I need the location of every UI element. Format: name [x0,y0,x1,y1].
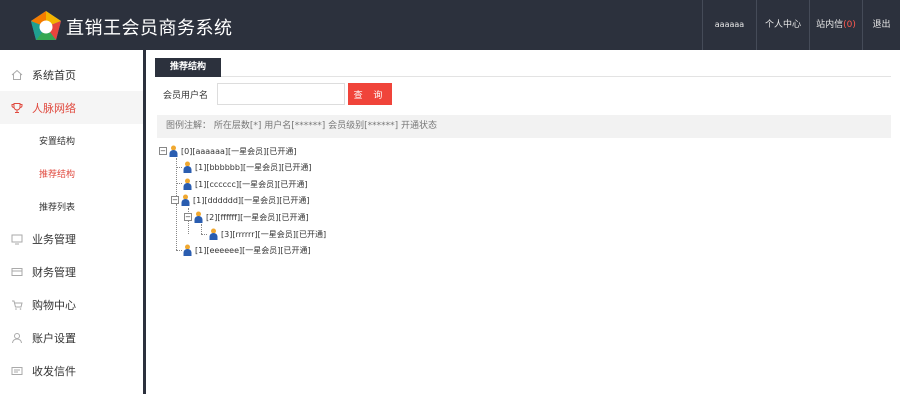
sidebar-subitem-referral-list[interactable]: 推荐列表 [0,190,143,223]
tree-node-label: [1][eeeeee][一星会员][已开通] [195,245,311,255]
member-icon [183,244,192,256]
tree-node[interactable]: [1][eeeeee][一星会员][已开通] [183,243,311,257]
user-icon [11,332,23,344]
search-button[interactable]: 查 询 [348,83,392,105]
sidebar-item-label: 收发信件 [32,364,76,378]
tree-node[interactable]: − [1][dddddd][一星会员][已开通] [171,193,310,207]
tree-connector [176,183,182,184]
collapse-toggle-icon[interactable]: − [171,196,179,204]
member-icon [209,228,218,240]
sidebar-item-label: 系统首页 [32,68,76,82]
tree-node-label: [1][cccccc][一星会员][已开通] [195,179,308,189]
tree-node[interactable]: [1][cccccc][一星会员][已开通] [183,177,307,191]
member-icon [183,161,192,173]
home-icon [11,69,23,81]
sidebar-item-finance[interactable]: 财务管理 [0,255,143,288]
tree-connector [176,167,182,168]
monitor-icon [11,233,23,245]
sidebar-subitem-placement[interactable]: 安置结构 [0,124,143,157]
logo-icon [31,11,61,40]
nav-username[interactable]: aaaaaa [702,0,756,50]
mail-icon [11,365,23,377]
sidebar-subitem-label: 安置结构 [39,137,76,147]
tree-node-label: [1][bbbbbb][一星会员][已开通] [195,162,312,172]
sidebar-item-label: 购物中心 [32,298,76,312]
main-content: 推荐结构 会员用户名 查 询 图例注解： 所在层数[*] 用户名[******]… [146,50,900,394]
tab-referral-structure[interactable]: 推荐结构 [155,58,221,77]
tree-connector [201,224,202,234]
sidebar-item-label: 账户设置 [32,331,76,345]
member-icon [194,211,203,223]
member-icon [169,145,178,157]
message-count-badge: (0) [843,20,856,30]
nav-logout[interactable]: 退出 [862,0,900,50]
app-title: 直销王会员商务系统 [66,18,233,39]
tree-node-label: [3][rrrrrr][一星会员][已开通] [221,229,327,239]
sidebar-item-label: 人脉网络 [32,101,76,115]
username-input[interactable] [217,83,345,105]
sidebar-item-label: 业务管理 [32,232,76,246]
legend-note: 图例注解： 所在层数[*] 用户名[******] 会员级别[******] 开… [157,115,891,138]
sidebar: 系统首页 人脉网络 安置结构 推荐结构 推荐列表 业务管理 财务管理 购物中心 [0,50,143,394]
top-nav: aaaaaa 个人中心 站内信(0) 退出 [702,0,900,50]
tree-connector [176,204,177,250]
tree-node-label: [2][ffffff][一星会员][已开通] [206,212,309,222]
sidebar-item-label: 财务管理 [32,265,76,279]
tree-connector [176,250,182,251]
sidebar-item-mail[interactable]: 收发信件 [0,354,143,387]
cart-icon [11,299,23,311]
member-icon [183,178,192,190]
sidebar-subitem-label: 推荐列表 [39,203,76,213]
collapse-toggle-icon[interactable]: − [184,213,192,221]
tree-node[interactable]: [1][bbbbbb][一星会员][已开通] [183,160,312,174]
collapse-toggle-icon[interactable]: − [159,147,167,155]
tree-connector [201,234,207,235]
nav-personal-center[interactable]: 个人中心 [756,0,809,50]
member-icon [181,194,190,206]
sidebar-item-account[interactable]: 账户设置 [0,321,143,354]
tree-node-label: [0][aaaaaa][一星会员][已开通] [181,146,297,156]
top-bar: 直销王会员商务系统 aaaaaa 个人中心 站内信(0) 退出 [0,0,900,50]
tab-bar: 推荐结构 [155,58,891,77]
search-form: 会员用户名 查 询 [163,83,392,105]
tree-node[interactable]: − [0][aaaaaa][一星会员][已开通] [159,144,296,158]
nav-messages[interactable]: 站内信(0) [809,0,862,50]
card-icon [11,266,23,278]
sidebar-subitem-label: 推荐结构 [39,170,76,180]
sidebar-item-business[interactable]: 业务管理 [0,222,143,255]
nav-messages-label: 站内信 [816,20,844,30]
tree-node-label: [1][dddddd][一星会员][已开通] [193,195,310,205]
tree-node[interactable]: [3][rrrrrr][一星会员][已开通] [209,227,326,241]
tree-node[interactable]: − [2][ffffff][一星会员][已开通] [184,210,309,224]
sidebar-item-network[interactable]: 人脉网络 [0,91,143,124]
sidebar-item-home[interactable]: 系统首页 [0,58,143,91]
trophy-icon [11,102,23,114]
sidebar-item-shopping[interactable]: 购物中心 [0,288,143,321]
search-label: 会员用户名 [163,90,209,101]
sidebar-subitem-referral-structure[interactable]: 推荐结构 [0,157,143,190]
